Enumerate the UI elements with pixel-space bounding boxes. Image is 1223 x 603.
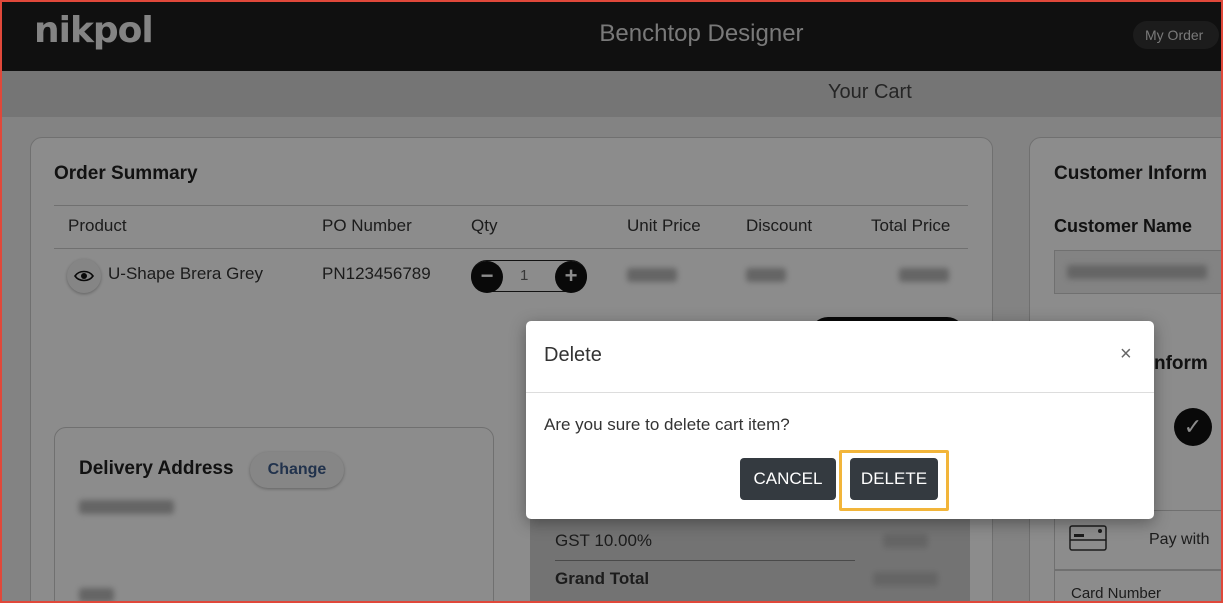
delete-button[interactable]: DELETE: [850, 458, 938, 500]
divider: [526, 392, 1154, 393]
close-icon[interactable]: ×: [1120, 343, 1132, 366]
cancel-button[interactable]: CANCEL: [740, 458, 836, 500]
dialog-title: Delete: [544, 344, 602, 366]
delete-dialog: Delete × Are you sure to delete cart ite…: [526, 321, 1154, 519]
dialog-message: Are you sure to delete cart item?: [544, 415, 790, 434]
